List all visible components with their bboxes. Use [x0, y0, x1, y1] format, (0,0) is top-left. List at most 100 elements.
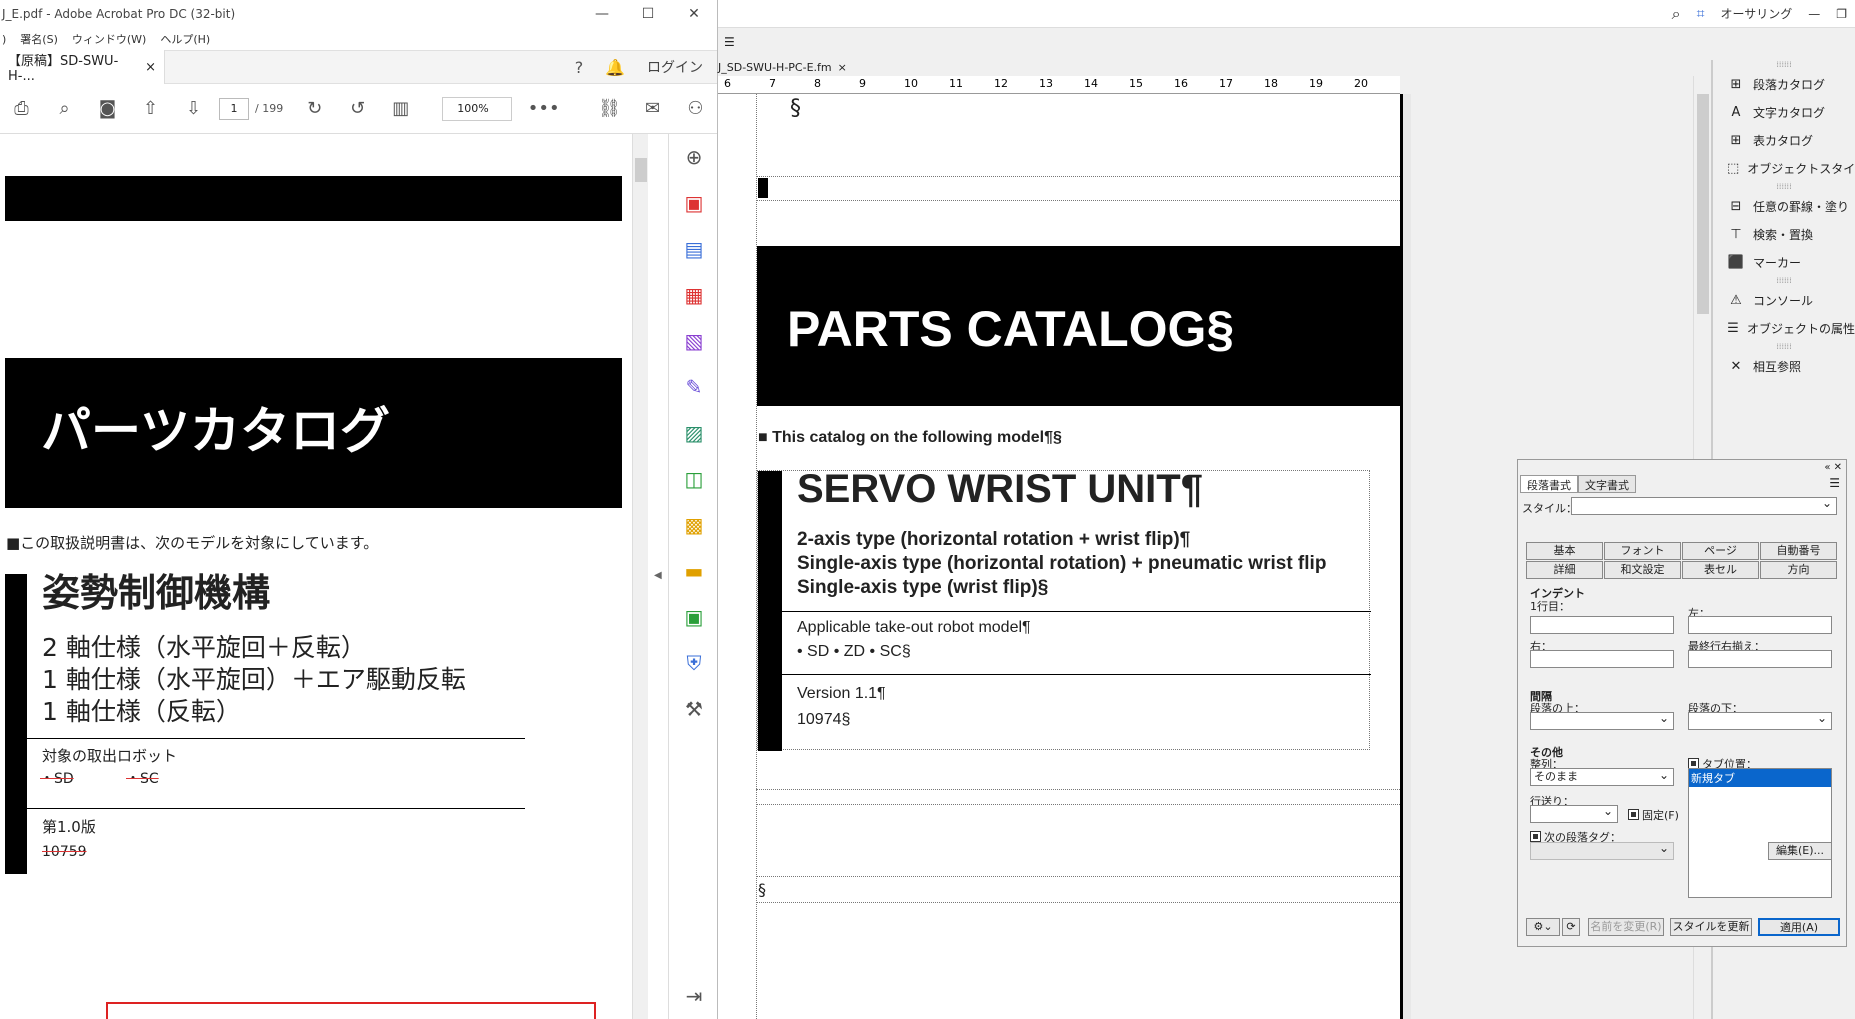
create-pdf-icon[interactable]: ▣ [669, 180, 717, 226]
doc-number[interactable]: 10974§ [797, 711, 850, 729]
bell-icon[interactable]: 🔔 [597, 58, 633, 77]
version[interactable]: Version 1.1¶ [797, 685, 886, 703]
collapse-panel-icon[interactable]: ◀ [654, 570, 662, 581]
model-table[interactable]: SERVO WRIST UNIT¶ 2-axis type (horizonta… [757, 467, 1371, 751]
tab-stops-list[interactable]: 新規タブ [1688, 768, 1832, 898]
send-sign-icon[interactable]: ▨ [669, 410, 717, 456]
panel-grip[interactable]: ⁞⁞⁞⁞⁞⁞ [1713, 342, 1855, 352]
toolbar-toggle-icon[interactable]: ☰ [718, 35, 741, 49]
last-line-right-input[interactable] [1688, 650, 1832, 668]
left-indent-input[interactable] [1688, 616, 1832, 634]
menu-item-edit[interactable]: ) [2, 33, 6, 46]
tab-close-icon[interactable]: × [145, 60, 156, 75]
login-button[interactable]: ログイン [633, 57, 717, 77]
alignment-select[interactable]: そのまま [1530, 767, 1674, 786]
line-spacing-select[interactable] [1530, 804, 1618, 823]
asian-settings-button[interactable]: 和文設定 [1604, 561, 1681, 579]
robot-models[interactable]: • SD • ZD • SC§ [797, 643, 911, 661]
menu-item-help[interactable]: ヘルプ(H) [160, 31, 210, 47]
space-below-select[interactable] [1688, 711, 1832, 730]
settings-gear-icon[interactable]: ⚙⌄ [1526, 918, 1560, 936]
layout-icon[interactable]: ⌗ [1689, 6, 1713, 22]
dialog-close-icon[interactable]: « ✕ [1824, 462, 1842, 473]
minimize-icon[interactable]: — [579, 6, 625, 22]
scan-icon[interactable]: ▩ [669, 502, 717, 548]
edit-pdf-icon[interactable]: ▧ [669, 318, 717, 364]
edit-button[interactable]: 編集(E)... [1768, 842, 1832, 860]
update-style-button[interactable]: スタイルを更新 [1670, 918, 1752, 936]
basic-button[interactable]: 基本 [1526, 542, 1603, 560]
next-tag-select[interactable] [1530, 841, 1674, 860]
share-link-icon[interactable]: ⛓ [588, 98, 631, 119]
help-icon[interactable]: ? [561, 58, 597, 77]
type-line-2[interactable]: Single-axis type (horizontal rotation) +… [797, 553, 1326, 575]
print-icon[interactable]: ⎙ [0, 98, 43, 119]
panel-item-table-catalog[interactable]: ⊞ 表カタログ [1713, 126, 1855, 154]
document-tab[interactable]: J_SD-SWU-H-PC-E.fm × [718, 58, 847, 76]
tab-character-format[interactable]: 文字書式 [1578, 475, 1636, 493]
zoom-select[interactable]: 100% [442, 96, 513, 121]
type-line-3[interactable]: Single-axis type (wrist flip)§ [797, 577, 1048, 599]
mail-icon[interactable]: ✉ [631, 98, 674, 119]
right-indent-input[interactable] [1530, 650, 1674, 668]
page-down-icon[interactable]: ⇩ [172, 98, 215, 119]
panel-grip[interactable]: ⁞⁞⁞⁞⁞⁞ [1713, 276, 1855, 286]
font-button[interactable]: フォント [1604, 542, 1681, 560]
page-button[interactable]: ページ [1682, 542, 1759, 560]
panel-item-marker[interactable]: ⬛ マーカー [1713, 248, 1855, 276]
tab-document[interactable]: 【原稿】SD-SWU-H-... × [0, 50, 165, 84]
maximize-icon[interactable]: ☐ [625, 6, 671, 22]
print-production-icon[interactable]: ▣ [669, 594, 717, 640]
zoom-in-icon[interactable]: ⊕ [669, 134, 717, 180]
protect-icon[interactable]: ⛨ [669, 640, 717, 686]
close-icon[interactable]: ✕ [671, 6, 717, 22]
more-tools-icon[interactable]: ••• [522, 98, 565, 119]
first-line-input[interactable] [1530, 616, 1674, 634]
space-above-select[interactable] [1530, 711, 1674, 730]
acrobat-vertical-scrollbar[interactable] [632, 134, 648, 1019]
fill-sign-icon[interactable]: ✎ [669, 364, 717, 410]
tab-stop-item[interactable]: 新規タブ [1689, 769, 1831, 787]
style-select[interactable] [1571, 496, 1837, 515]
panel-item-find-replace[interactable]: ⊤ 検索・置換 [1713, 220, 1855, 248]
rename-button[interactable]: 名前を変更(R) [1588, 918, 1664, 936]
panel-item-character-catalog[interactable]: A 文字カタログ [1713, 98, 1855, 126]
add-user-icon[interactable]: ⚇ [674, 98, 717, 119]
panel-item-cross-reference[interactable]: ✕ 相互参照 [1713, 352, 1855, 380]
page-view-icon[interactable]: ▥ [379, 98, 422, 119]
comment-icon[interactable]: ▬ [669, 548, 717, 594]
export-pdf-icon[interactable]: ▤ [669, 226, 717, 272]
panel-grip[interactable]: ⁞⁞⁞⁞⁞⁞ [1713, 182, 1855, 192]
comment-box[interactable] [106, 1002, 596, 1019]
table-cell-button[interactable]: 表セル [1682, 561, 1759, 579]
compare-icon[interactable]: ◫ [669, 456, 717, 502]
advanced-button[interactable]: 詳細 [1526, 561, 1603, 579]
panel-item-paragraph-catalog[interactable]: ⊞ 段落カタログ [1713, 70, 1855, 98]
camera-icon[interactable]: ◙ [86, 98, 129, 119]
auto-number-button[interactable]: 自動番号 [1760, 542, 1837, 560]
tab-paragraph-format[interactable]: 段落書式 [1520, 475, 1578, 493]
more-tools-wrench-icon[interactable]: ⚒ [669, 686, 717, 732]
menu-item-window[interactable]: ウィンドウ(W) [72, 31, 146, 47]
product-name[interactable]: SERVO WRIST UNIT¶ [797, 467, 1203, 512]
apply-button[interactable]: 適用(A) [1758, 918, 1840, 936]
panel-item-object-style[interactable]: ⬚ オブジェクトスタイルカタ [1713, 154, 1855, 182]
panel-item-object-properties[interactable]: ☰ オブジェクトの属性 [1713, 314, 1855, 342]
document-tab-close-icon[interactable]: × [838, 61, 847, 74]
rotate-cw-icon[interactable]: ↻ [293, 98, 336, 119]
workspace-select[interactable]: オーサリング [1712, 5, 1800, 22]
zoom-search-icon[interactable]: ⌕ [43, 98, 86, 119]
window-minimize-icon[interactable]: — [1800, 7, 1828, 21]
panel-grip[interactable]: ⁞⁞⁞⁞⁞⁞ [1713, 60, 1855, 70]
page-number-input[interactable]: 1 [219, 97, 249, 120]
page-up-icon[interactable]: ⇧ [129, 98, 172, 119]
search-icon[interactable]: ⌕ [1664, 4, 1689, 24]
organize-pages-icon[interactable]: ▦ [669, 272, 717, 318]
expand-pane-icon[interactable]: ⇥ [669, 973, 717, 1019]
menu-item-sign[interactable]: 署名(S) [20, 31, 58, 47]
rotate-ccw-icon[interactable]: ↺ [336, 98, 379, 119]
panel-item-rule-fill[interactable]: ⊟ 任意の罫線・塗り [1713, 192, 1855, 220]
dialog-menu-icon[interactable]: ☰ [1829, 476, 1840, 490]
model-line[interactable]: ■ This catalog on the following model¶§ [758, 429, 1062, 447]
refresh-icon[interactable]: ⟳ [1562, 918, 1580, 936]
